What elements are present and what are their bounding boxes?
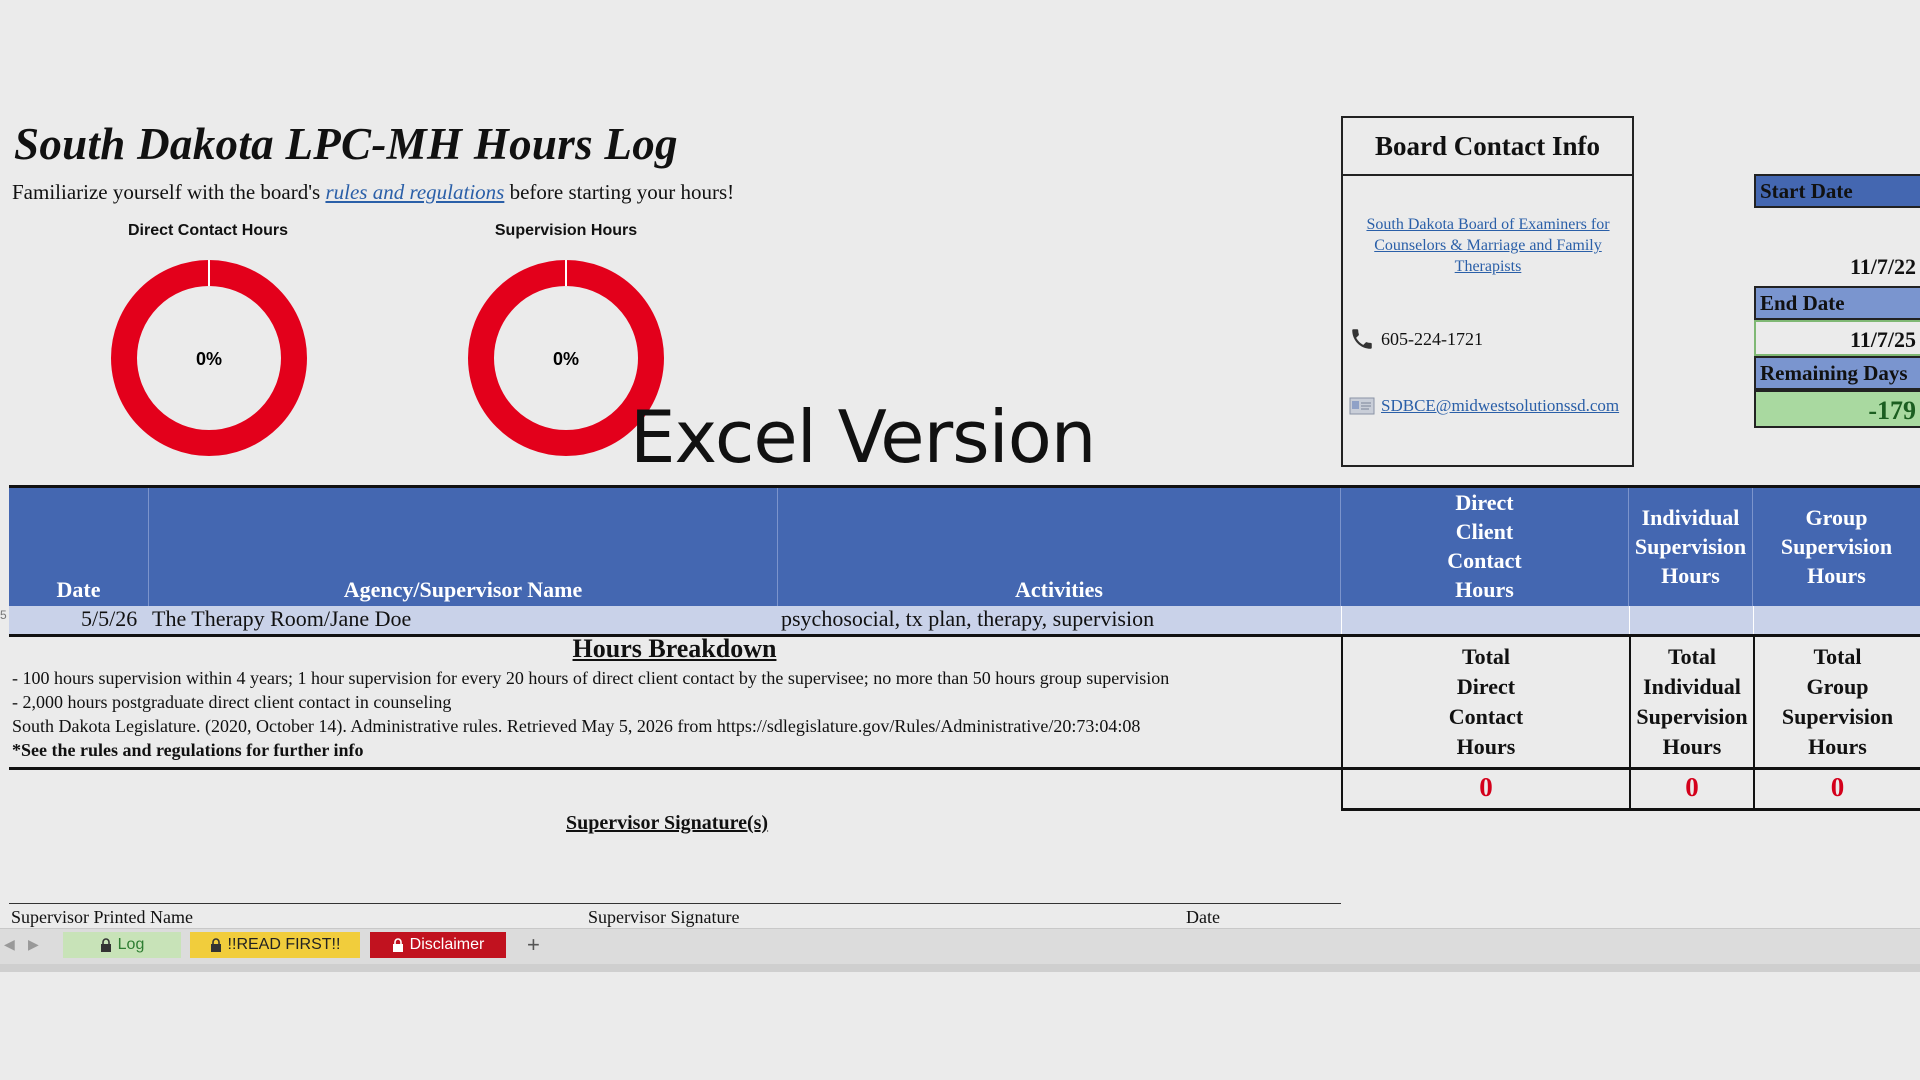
total-group-label: Total Group Supervision Hours	[1755, 636, 1920, 767]
header-agency: Agency/Supervisor Name	[149, 488, 778, 606]
end-date-value[interactable]: 11/7/25	[1754, 320, 1920, 356]
breakdown-line: South Dakota Legislature. (2020, October…	[12, 716, 1141, 736]
lock-icon	[210, 938, 221, 952]
row-activities[interactable]: psychosocial, tx plan, therapy, supervis…	[781, 606, 1154, 632]
total-word: Contact	[1448, 703, 1524, 729]
dates-panel: Start Date 11/7/22 End Date 11/7/25 Rema…	[1754, 174, 1920, 428]
gauge-percent: 0%	[196, 349, 222, 369]
gauge-title-direct: Direct Contact Hours	[127, 222, 289, 239]
excel-version-overlay: Excel Version	[630, 395, 1096, 479]
supervisor-signature-title: Supervisor Signature(s)	[566, 812, 769, 834]
signature-date-label: Date	[1186, 907, 1220, 927]
supervisor-signature-label: Supervisor Signature	[588, 907, 740, 927]
header-word: Hours	[1807, 562, 1866, 588]
board-email: SDBCE@midwestsolutionssd.com	[1349, 396, 1619, 416]
header-date: Date	[9, 488, 149, 606]
total-word: Individual	[1643, 673, 1741, 699]
header-group-supervision: Group Supervision Hours	[1753, 488, 1920, 606]
rules-link[interactable]: rules and regulations	[325, 180, 504, 204]
total-word: Supervision	[1781, 703, 1894, 729]
tab-read-first[interactable]: !!READ FIRST!!	[190, 932, 360, 958]
header-word: Direct	[1455, 490, 1514, 515]
header-word: Supervision	[1634, 533, 1747, 559]
breakdown-line: - 2,000 hours postgraduate direct client…	[12, 692, 452, 712]
total-group-value: 0	[1830, 772, 1845, 802]
total-word: Hours	[1662, 733, 1722, 759]
supervisor-printed-name-label: Supervisor Printed Name	[11, 907, 193, 927]
tab-label: !!READ FIRST!!	[227, 936, 341, 953]
row-date[interactable]: 5/5/26	[81, 606, 137, 632]
header-word: Contact	[1447, 548, 1522, 573]
total-word: Total	[1813, 643, 1862, 669]
subtitle-text: Familiarize yourself with the board's	[12, 180, 321, 204]
total-individual-label: Total Individual Supervision Hours	[1631, 636, 1753, 767]
total-word: Direct	[1456, 673, 1516, 699]
total-direct-value: 0	[1479, 772, 1493, 802]
total-word: Hours	[1808, 733, 1867, 759]
gauge-percent: 0%	[553, 349, 579, 369]
lock-icon	[392, 938, 403, 952]
scroll-left-icon[interactable]: ◀	[4, 936, 15, 953]
total-word: Total	[1461, 643, 1511, 669]
header-word: Hours	[1455, 577, 1514, 602]
header-word: Supervision	[1780, 533, 1893, 559]
email-icon	[1349, 397, 1375, 415]
hours-breakdown-title: Hours Breakdown	[572, 634, 777, 663]
tab-disclaimer[interactable]: Disclaimer	[370, 932, 506, 958]
subtitle-text-end: before starting your hours!	[509, 180, 735, 204]
row-agency[interactable]: The Therapy Room/Jane Doe	[152, 606, 411, 632]
direct-contact-gauge: 0%	[111, 260, 307, 456]
header-word: Client	[1455, 519, 1514, 544]
tab-label: Disclaimer	[409, 936, 485, 953]
header-individual-supervision: Individual Supervision Hours	[1629, 488, 1753, 606]
page-title: South Dakota LPC-MH Hours Log	[14, 119, 678, 169]
lock-icon	[100, 938, 111, 952]
board-contact-title: Board Contact Info	[1343, 118, 1632, 176]
header-word: Hours	[1661, 562, 1720, 588]
log-table-header: Date Agency/Supervisor Name Activities D…	[9, 485, 1920, 606]
breakdown-line: *See the rules and regulations for furth…	[12, 740, 364, 760]
board-phone: 605-224-1721	[1349, 326, 1483, 352]
scroll-right-icon[interactable]: ▶	[28, 936, 39, 953]
total-word: Group	[1806, 673, 1869, 699]
sheet-tab-bar: ◀ ▶ Log !!READ FIRST!! Disclaimer +	[0, 928, 1920, 965]
tab-label: Log	[117, 936, 145, 953]
total-individual-value: 0	[1685, 772, 1699, 802]
board-contact-box: Board Contact Info South Dakota Board of…	[1341, 116, 1634, 467]
total-word: Total	[1667, 643, 1717, 669]
breakdown-line: - 100 hours supervision within 4 years; …	[12, 668, 1170, 688]
header-activities: Activities	[778, 488, 1341, 606]
header-direct-hours: Direct Client Contact Hours	[1341, 488, 1629, 606]
total-word: Hours	[1456, 733, 1516, 759]
header-word: Individual	[1641, 504, 1740, 530]
board-website-link[interactable]: South Dakota Board of Examiners for Coun…	[1351, 214, 1625, 277]
add-sheet-button[interactable]: +	[527, 932, 540, 958]
end-date-label: End Date	[1754, 286, 1920, 320]
start-date-label: Start Date	[1754, 174, 1920, 208]
status-bar	[0, 964, 1920, 972]
phone-icon	[1352, 329, 1372, 349]
total-direct-label: Total Direct Contact Hours	[1343, 636, 1629, 767]
board-phone-number: 605-224-1721	[1381, 328, 1483, 349]
start-date-value[interactable]: 11/7/22	[1754, 208, 1920, 286]
board-email-link[interactable]: SDBCE@midwestsolutionssd.com	[1381, 396, 1619, 416]
table-row[interactable]: 5/5/26 The Therapy Room/Jane Doe psychos…	[9, 606, 1920, 637]
row-number: 5	[0, 608, 7, 622]
total-word: Supervision	[1636, 703, 1748, 729]
header-word: Group	[1805, 504, 1868, 530]
hours-breakdown: Hours Breakdown - 100 hours supervision …	[9, 634, 1340, 767]
gauge-title-supervision: Supervision Hours	[494, 222, 638, 239]
remaining-days-value: -179	[1754, 390, 1920, 428]
remaining-days-label: Remaining Days	[1754, 356, 1920, 390]
tab-log[interactable]: Log	[63, 932, 181, 958]
subtitle: Familiarize yourself with the board's ru…	[12, 180, 734, 205]
